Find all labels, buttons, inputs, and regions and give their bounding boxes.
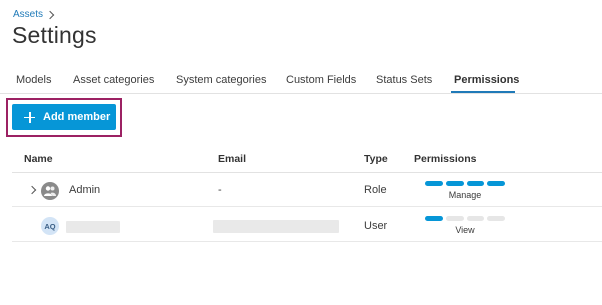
permission-segment (425, 216, 443, 221)
tab-asset-categories[interactable]: Asset categories (73, 74, 154, 86)
permission-segment (445, 216, 464, 221)
plus-icon (24, 111, 35, 123)
column-header-email[interactable]: Email (218, 153, 246, 165)
table-header: Name Email Type Permissions (12, 147, 602, 173)
permission-level-indicator[interactable]: View (425, 216, 505, 235)
permission-label: View (455, 225, 475, 235)
permission-label: Manage (448, 190, 482, 200)
breadcrumb: Assets (13, 9, 55, 20)
member-type: User (364, 220, 388, 232)
member-type: Role (364, 184, 387, 196)
member-email: - (218, 184, 222, 196)
add-member-button[interactable]: Add member (12, 104, 116, 130)
tab-status-sets[interactable]: Status Sets (376, 74, 432, 86)
permission-segment (487, 181, 505, 186)
permission-segment (487, 216, 505, 221)
tab-bar: Models Asset categories System categorie… (0, 68, 602, 94)
redacted-email (213, 220, 339, 233)
tab-permissions[interactable]: Permissions (454, 74, 519, 86)
permission-segment (466, 181, 485, 186)
permission-level-indicator[interactable]: Manage (425, 181, 505, 200)
tab-custom-fields[interactable]: Custom Fields (286, 74, 356, 86)
add-member-label: Add member (43, 111, 111, 123)
column-header-type[interactable]: Type (364, 153, 388, 165)
column-header-permissions[interactable]: Permissions (414, 153, 476, 165)
breadcrumb-assets-link[interactable]: Assets (13, 9, 43, 20)
permission-segment (425, 181, 443, 186)
permission-segment (445, 181, 464, 186)
permission-segments (425, 181, 505, 186)
avatar: AQ (41, 217, 59, 235)
tab-models[interactable]: Models (16, 74, 51, 86)
table-row[interactable]: Admin - Role Manage (12, 175, 602, 207)
tab-system-categories[interactable]: System categories (176, 74, 266, 86)
chevron-right-icon (45, 10, 55, 19)
column-header-name[interactable]: Name (24, 153, 53, 165)
permission-segment (466, 216, 485, 221)
group-icon (41, 182, 59, 200)
table-row[interactable]: AQ User View (12, 210, 602, 242)
expand-chevron-icon[interactable] (27, 185, 37, 195)
page-title: Settings (12, 22, 97, 48)
permission-segments (425, 216, 505, 221)
redacted-name (66, 221, 120, 233)
active-tab-indicator (451, 91, 515, 93)
member-name: Admin (69, 184, 101, 196)
